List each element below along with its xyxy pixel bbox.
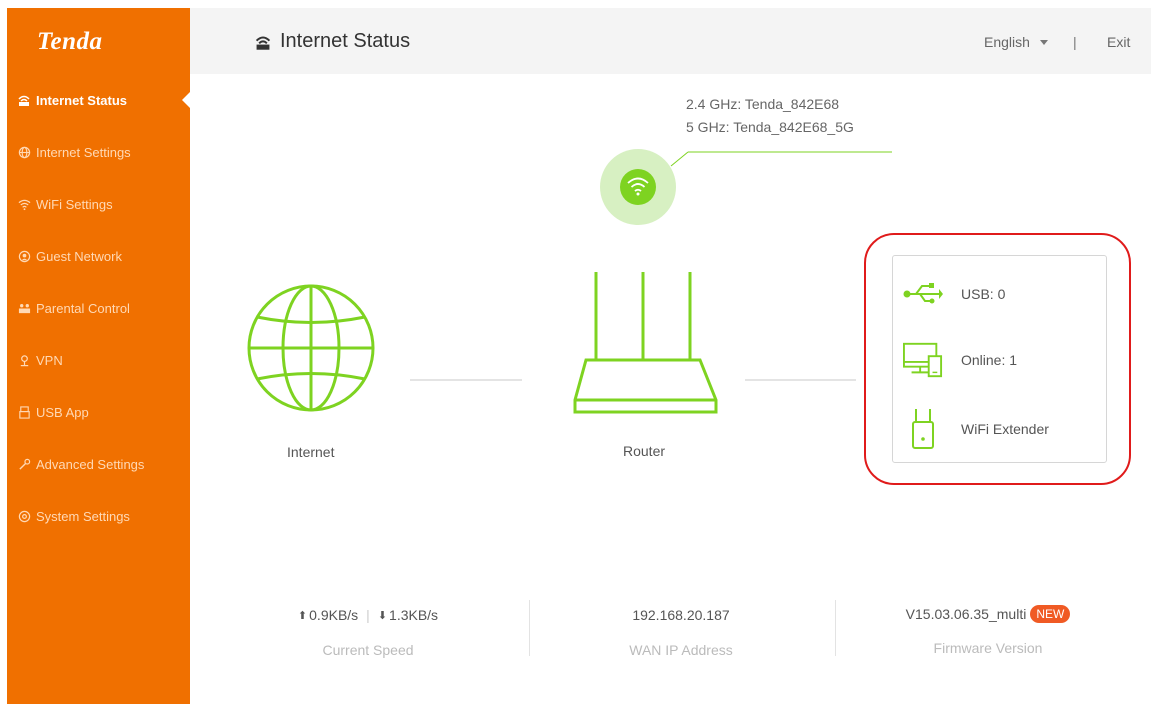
new-firmware-badge[interactable]: NEW xyxy=(1030,605,1071,623)
internet-label: Internet xyxy=(287,444,335,460)
usb-device-row[interactable]: USB: 0 xyxy=(893,274,1106,314)
usb-icon xyxy=(903,274,943,314)
firmware-stat: V15.03.06.35_multi NEW Firmware Version xyxy=(878,605,1098,656)
upload-arrow-icon: ⬆ xyxy=(297,609,308,622)
router-icon xyxy=(573,272,718,414)
firmware-label: Firmware Version xyxy=(933,640,1043,656)
stat-divider xyxy=(835,600,836,656)
online-count: Online: 1 xyxy=(961,352,1018,368)
wan-ip-stat: 192.168.20.187 WAN IP Address xyxy=(571,607,791,658)
firmware-version: V15.03.06.35_multi xyxy=(905,606,1027,622)
stat-divider xyxy=(529,600,530,656)
download-arrow-icon: ⬇ xyxy=(377,609,388,622)
wifi-callout-line xyxy=(670,151,689,167)
wan-ip-label: WAN IP Address xyxy=(629,642,733,658)
speed-values: ⬆ 0.9KB/s | ⬇ 1.3KB/s xyxy=(258,607,478,623)
app-window: Tenda Internet Status Internet Settings … xyxy=(0,0,1151,704)
current-speed-stat: ⬆ 0.9KB/s | ⬇ 1.3KB/s Current Speed xyxy=(258,607,478,658)
wan-ip-value: 192.168.20.187 xyxy=(632,607,730,623)
extender-label: WiFi Extender xyxy=(961,421,1049,437)
speed-separator: | xyxy=(366,607,370,623)
download-speed: 1.3KB/s xyxy=(389,607,439,623)
speed-label: Current Speed xyxy=(322,642,414,658)
wifi-icon-dot xyxy=(636,192,640,196)
wifi-extender-icon xyxy=(903,409,943,449)
online-device-row[interactable]: Online: 1 xyxy=(893,340,1106,380)
firmware-value: V15.03.06.35_multi NEW xyxy=(878,605,1098,623)
extender-device-row[interactable]: WiFi Extender xyxy=(893,409,1106,449)
router-label: Router xyxy=(623,443,666,459)
devices-icon xyxy=(903,340,943,380)
internet-globe-icon xyxy=(247,284,375,412)
upload-speed: 0.9KB/s xyxy=(309,607,359,623)
usb-count: USB: 0 xyxy=(961,286,1006,302)
devices-panel: USB: 0 Online: 1 WiFi Extender xyxy=(892,255,1107,463)
wifi-dot xyxy=(620,169,656,205)
